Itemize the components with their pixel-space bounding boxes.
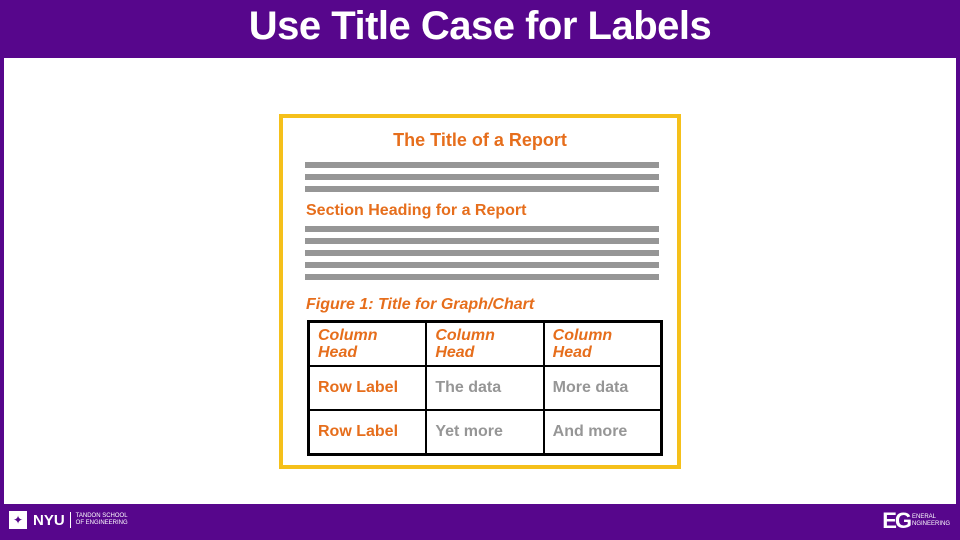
table-cell: Yet more — [425, 409, 545, 456]
column-head: Column Head — [542, 320, 663, 367]
report-title: The Title of a Report — [393, 130, 567, 150]
slide-footer — [0, 504, 960, 540]
figure-caption: Figure 1: Title for Graph/Chart — [306, 296, 535, 313]
text-placeholder-lines — [305, 226, 659, 286]
tandon-line2: OF ENGINEERING — [75, 520, 128, 526]
text-line — [305, 262, 659, 268]
text-line — [305, 174, 659, 180]
row-label: Row Label — [307, 409, 428, 456]
text-line — [305, 186, 659, 192]
row-label: Row Label — [307, 365, 428, 411]
text-line — [305, 274, 659, 280]
report-illustration: The Title of a Report Section Heading fo… — [279, 114, 681, 469]
table-cell: The data — [425, 365, 545, 411]
column-head: Column Head — [425, 320, 545, 367]
slide-header: Use Title Case for Labels — [0, 0, 960, 58]
section-heading: Section Heading for a Report — [306, 202, 527, 219]
eg-text: ENERAL NGINEERING — [912, 514, 950, 528]
table-cell: More data — [542, 365, 663, 411]
text-line — [305, 162, 659, 168]
nyu-wordmark: NYU — [33, 511, 65, 529]
text-line — [305, 226, 659, 232]
slide-title: Use Title Case for Labels — [248, 4, 712, 48]
eg-line1: ENERAL — [911, 514, 936, 520]
column-head: Column Head — [307, 320, 428, 367]
table-row: Row Label The data More data — [307, 365, 663, 411]
example-table: Column Head Column Head Column Head Row … — [307, 320, 663, 456]
general-engineering-logo: EG ENERAL NGINEERING — [882, 508, 950, 533]
tandon-line1: TANDON SCHOOL — [75, 513, 128, 519]
torch-icon: ✦ — [9, 511, 27, 529]
table-cell: And more — [542, 409, 663, 456]
eg-wordmark: EG — [882, 508, 912, 533]
table-row: Row Label Yet more And more — [307, 409, 663, 456]
eg-line2: NGINEERING — [911, 521, 950, 527]
table-header-row: Column Head Column Head Column Head — [307, 320, 663, 367]
tandon-text: TANDON SCHOOL OF ENGINEERING — [76, 513, 128, 527]
text-placeholder-lines — [305, 162, 659, 198]
text-line — [305, 250, 659, 256]
nyu-tandon-logo: ✦ NYU TANDON SCHOOL OF ENGINEERING — [9, 511, 128, 529]
text-line — [305, 238, 659, 244]
logo-divider — [69, 512, 71, 528]
